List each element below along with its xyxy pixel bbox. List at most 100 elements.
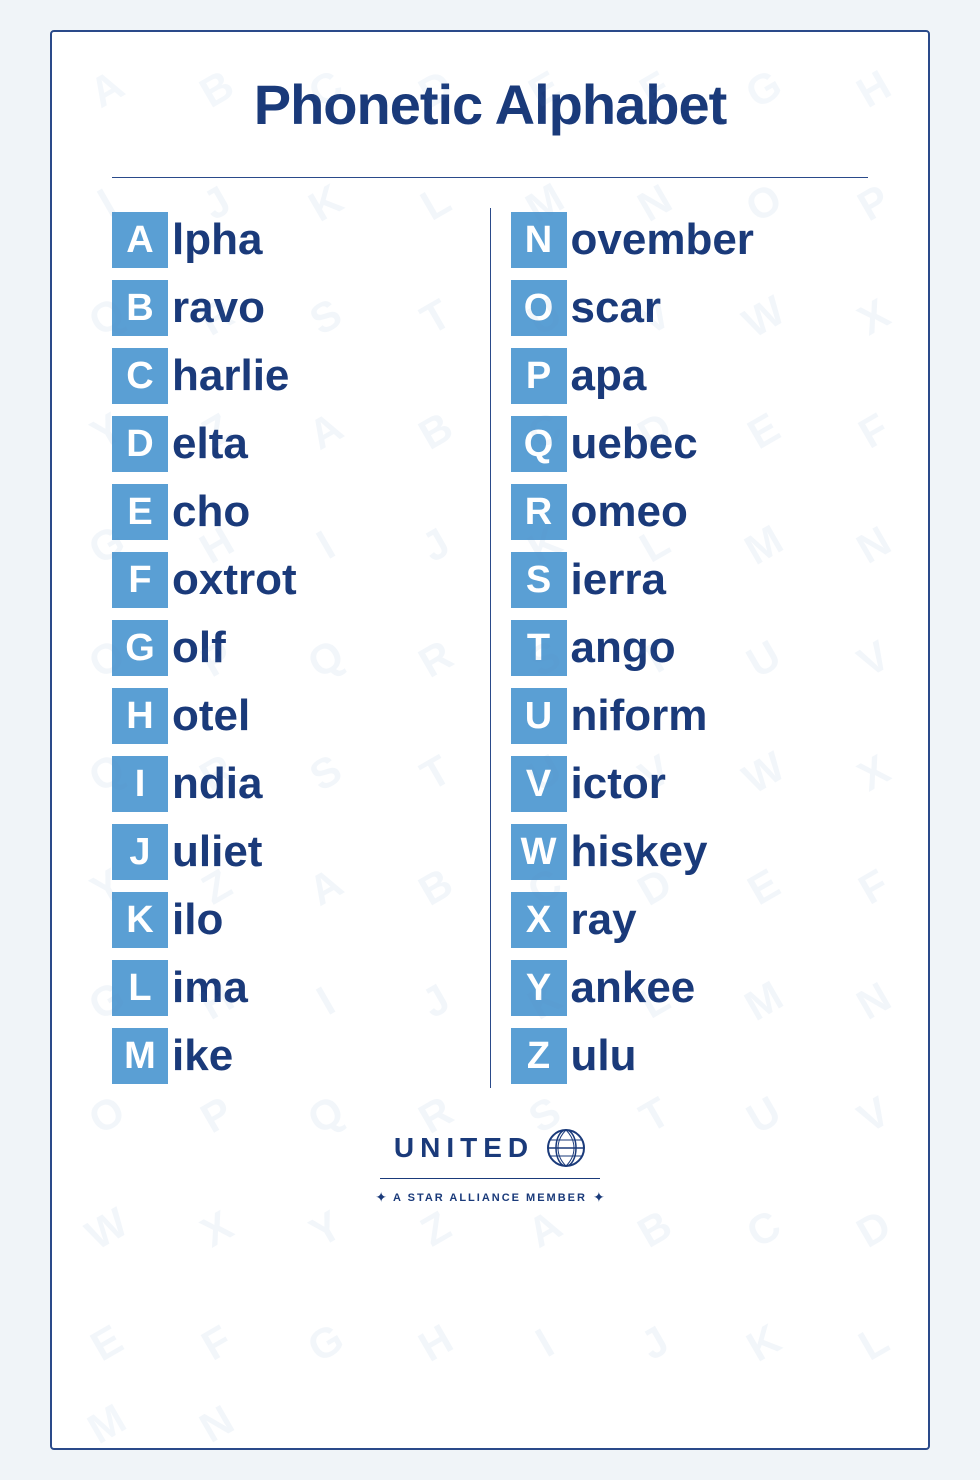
letter-b: B	[126, 289, 153, 327]
letter-c: C	[126, 357, 153, 395]
letter-a: A	[126, 221, 153, 259]
tagline: A STAR ALLIANCE MEMBER	[393, 1192, 587, 1204]
word-item-q: Q uebec	[511, 412, 869, 476]
word-item-m: M ike	[112, 1024, 470, 1088]
word-item-x: X ray	[511, 888, 869, 952]
letter-n: N	[525, 221, 552, 259]
letter-box-u: U	[511, 688, 567, 744]
letter-v: V	[526, 765, 551, 803]
letter-box-r: R	[511, 484, 567, 540]
letter-box-q: Q	[511, 416, 567, 472]
word-rest-h: otel	[172, 694, 250, 738]
word-rest-w: hiskey	[571, 830, 708, 874]
word-rest-q: uebec	[571, 422, 698, 466]
letter-box-k: K	[112, 892, 168, 948]
letter-box-t: T	[511, 620, 567, 676]
word-item-e: E cho	[112, 480, 470, 544]
letter-u: U	[525, 697, 552, 735]
letter-g: G	[125, 629, 155, 667]
alphabet-grid: A lpha B ravo C harlie D elta E cho F ox…	[112, 208, 868, 1088]
word-item-f: F oxtrot	[112, 548, 470, 612]
letter-box-a: A	[112, 212, 168, 268]
word-rest-d: elta	[172, 422, 248, 466]
letter-j: J	[129, 833, 150, 871]
word-item-c: C harlie	[112, 344, 470, 408]
letter-i: I	[135, 765, 146, 803]
word-item-w: W hiskey	[511, 820, 869, 884]
letter-e: E	[127, 493, 152, 531]
star-alliance-row: ✦ A STAR ALLIANCE MEMBER ✦	[375, 1189, 604, 1206]
word-rest-z: ulu	[571, 1034, 637, 1078]
word-item-a: A lpha	[112, 208, 470, 272]
globe-icon	[546, 1128, 586, 1168]
letter-box-v: V	[511, 756, 567, 812]
word-item-s: S ierra	[511, 548, 869, 612]
footer: UNITED ✦ A STAR ALLIANCE MEMBER ✦	[112, 1128, 868, 1206]
letter-x: X	[526, 901, 551, 939]
brand-name: UNITED	[394, 1132, 534, 1164]
letter-box-x: X	[511, 892, 567, 948]
word-rest-x: ray	[571, 898, 637, 942]
letter-y: Y	[526, 969, 551, 1007]
letter-p: P	[526, 357, 551, 395]
column-divider	[490, 208, 491, 1088]
letter-box-s: S	[511, 552, 567, 608]
letter-w: W	[521, 833, 557, 871]
letter-box-e: E	[112, 484, 168, 540]
letter-box-c: C	[112, 348, 168, 404]
letter-box-y: Y	[511, 960, 567, 1016]
word-rest-g: olf	[172, 626, 226, 670]
letter-box-i: I	[112, 756, 168, 812]
letter-box-b: B	[112, 280, 168, 336]
word-item-p: P apa	[511, 344, 869, 408]
word-item-g: G olf	[112, 616, 470, 680]
left-column: A lpha B ravo C harlie D elta E cho F ox…	[112, 208, 470, 1088]
main-card: ABCDEFGHIJKLMNOPQRSTUVWXYZABCDEFGHIJKLMN…	[50, 30, 930, 1450]
letter-box-o: O	[511, 280, 567, 336]
word-rest-y: ankee	[571, 966, 696, 1010]
word-item-v: V ictor	[511, 752, 869, 816]
word-rest-m: ike	[172, 1034, 233, 1078]
letter-box-z: Z	[511, 1028, 567, 1084]
footer-divider	[380, 1178, 600, 1179]
right-column: N ovember O scar P apa Q uebec R omeo S …	[511, 208, 869, 1088]
word-item-n: N ovember	[511, 208, 869, 272]
title-divider	[112, 177, 868, 178]
word-item-k: K ilo	[112, 888, 470, 952]
united-logo: UNITED	[394, 1128, 586, 1168]
letter-o: O	[524, 289, 554, 327]
word-item-l: L ima	[112, 956, 470, 1020]
word-item-d: D elta	[112, 412, 470, 476]
letter-l: L	[128, 969, 151, 1007]
letter-box-m: M	[112, 1028, 168, 1084]
word-rest-u: niform	[571, 694, 708, 738]
letter-s: S	[526, 561, 551, 599]
star-icon-2: ✦	[593, 1189, 605, 1206]
letter-k: K	[126, 901, 153, 939]
word-item-y: Y ankee	[511, 956, 869, 1020]
word-rest-j: uliet	[172, 830, 262, 874]
word-item-r: R omeo	[511, 480, 869, 544]
letter-box-w: W	[511, 824, 567, 880]
letter-box-j: J	[112, 824, 168, 880]
letter-z: Z	[527, 1037, 550, 1075]
word-item-z: Z ulu	[511, 1024, 869, 1088]
word-rest-l: ima	[172, 966, 248, 1010]
word-rest-f: oxtrot	[172, 558, 297, 602]
letter-q: Q	[524, 425, 554, 463]
word-rest-t: ango	[571, 626, 676, 670]
letter-box-d: D	[112, 416, 168, 472]
letter-h: H	[126, 697, 153, 735]
letter-box-h: H	[112, 688, 168, 744]
word-item-h: H otel	[112, 684, 470, 748]
letter-f: F	[128, 561, 151, 599]
letter-box-p: P	[511, 348, 567, 404]
letter-box-n: N	[511, 212, 567, 268]
word-item-t: T ango	[511, 616, 869, 680]
word-rest-s: ierra	[571, 558, 666, 602]
word-rest-p: apa	[571, 354, 647, 398]
letter-box-l: L	[112, 960, 168, 1016]
letter-box-f: F	[112, 552, 168, 608]
letter-box-g: G	[112, 620, 168, 676]
letter-m: M	[124, 1037, 156, 1075]
